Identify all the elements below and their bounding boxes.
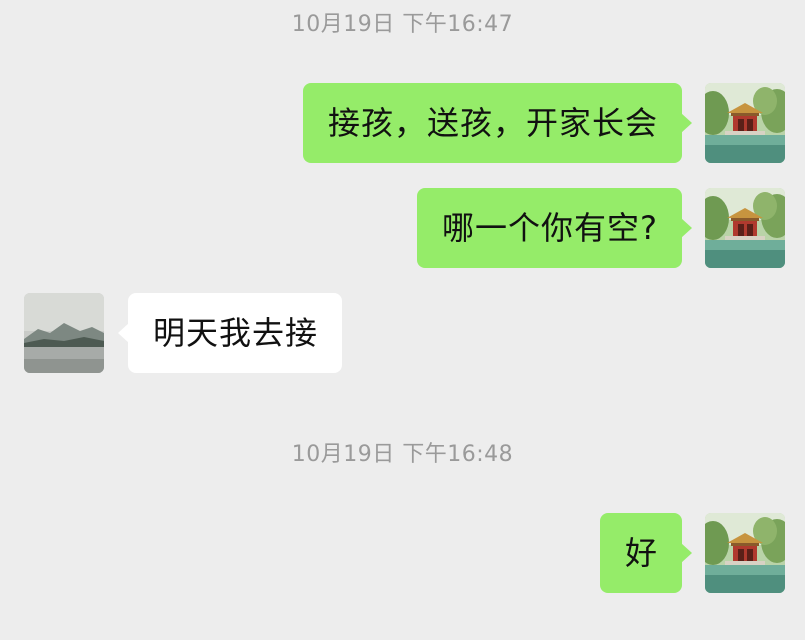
self-avatar[interactable] — [705, 513, 785, 593]
self-avatar[interactable] — [705, 83, 785, 163]
pavilion-avatar-image — [705, 188, 785, 268]
contact-avatar[interactable] — [24, 293, 104, 373]
message-bubble-sent[interactable]: 接孩，送孩，开家长会 — [302, 83, 693, 163]
lake-mountain-avatar-image — [24, 293, 104, 373]
pavilion-avatar-image — [705, 513, 785, 593]
pavilion-avatar-image — [705, 83, 785, 163]
chat-window: 10月19日 下午16:47 接孩，送孩，开家长会 哪一个你有空? 明天我去接 … — [0, 0, 805, 640]
message-bubble-received[interactable]: 明天我去接 — [117, 293, 343, 373]
message-bubble-sent[interactable]: 哪一个你有空? — [417, 188, 692, 268]
self-avatar[interactable] — [705, 188, 785, 268]
message-bubble-sent[interactable]: 好 — [599, 513, 693, 593]
timestamp: 10月19日 下午16:48 — [291, 442, 514, 467]
timestamp: 10月19日 下午16:47 — [291, 12, 514, 37]
